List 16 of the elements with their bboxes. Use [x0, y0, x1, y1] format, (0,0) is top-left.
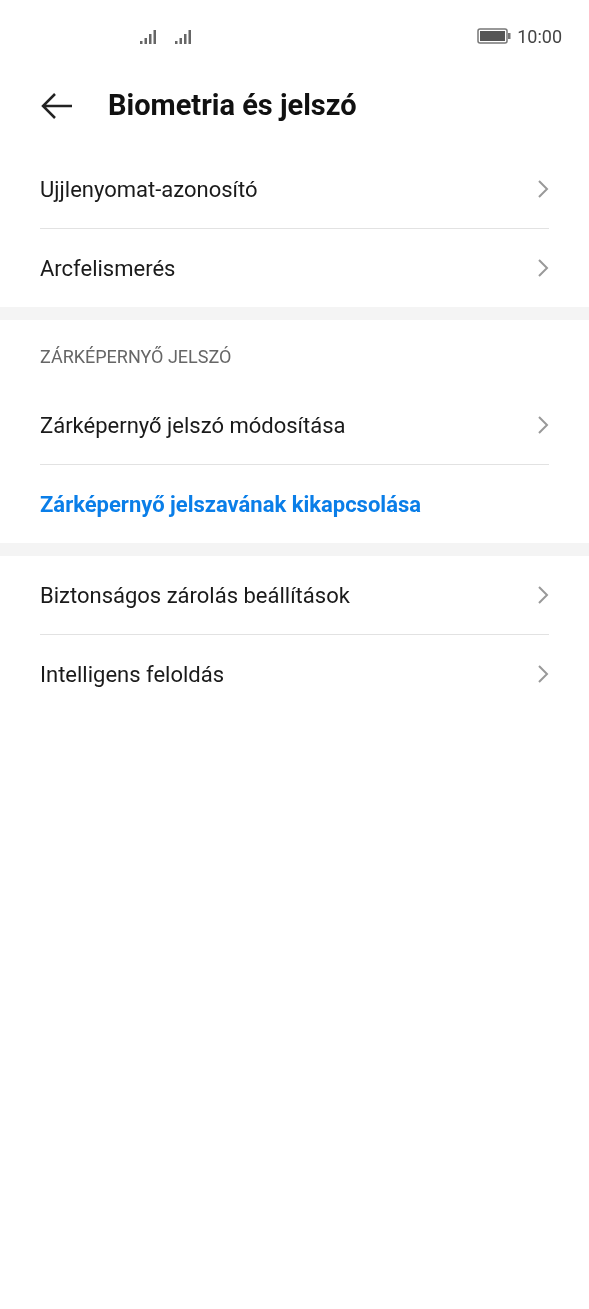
settings-item[interactable]: Biztonságos zárolás beállítások [40, 556, 549, 634]
settings-item[interactable]: Intelligens feloldás [40, 635, 549, 713]
settings-item[interactable]: Arcfelismerés [40, 229, 549, 307]
chevron-icon [537, 585, 549, 605]
status-time: 10:00 [517, 24, 562, 49]
page-title: Biometria és jelszó [108, 87, 357, 125]
settings-item[interactable]: Zárképernyő jelszó módosítása [40, 386, 549, 464]
chevron-icon [537, 415, 549, 435]
chevron-icon [537, 258, 549, 278]
chevron-icon [537, 664, 549, 684]
chevron-icon [537, 179, 549, 199]
section-heading: ZÁRKÉPERNYŐ JELSZÓ [40, 345, 232, 369]
action-link[interactable]: Zárképernyő jelszavának kikapcsolása [40, 465, 549, 543]
battery-icon [477, 28, 512, 44]
back-icon[interactable] [40, 92, 74, 120]
settings-item[interactable]: Ujjlenyomat-azonosító [40, 150, 549, 228]
